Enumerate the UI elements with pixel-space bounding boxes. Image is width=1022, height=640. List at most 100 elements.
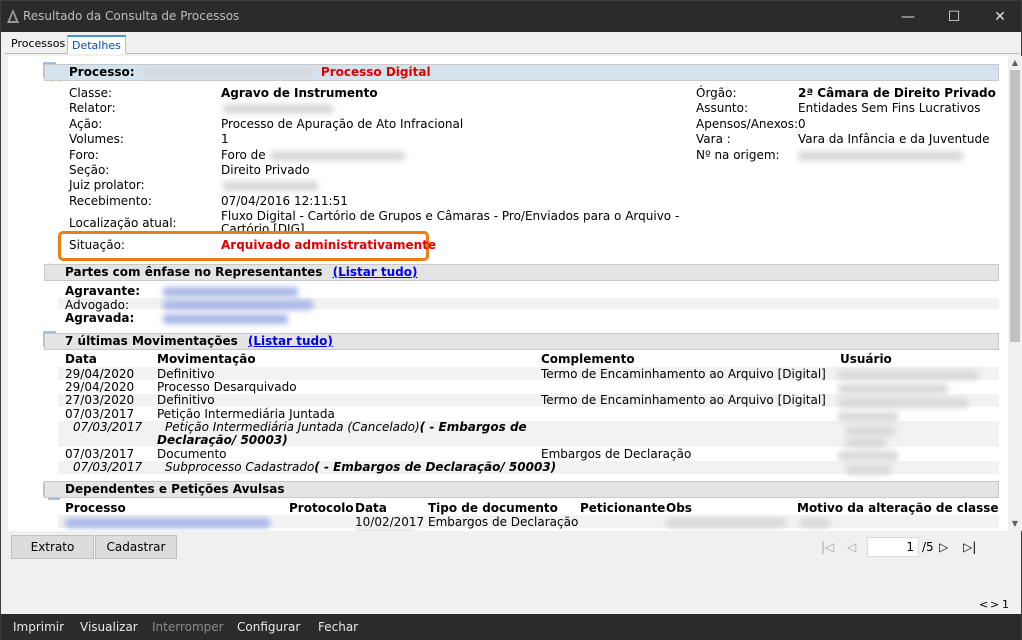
close-button[interactable]: ✕ bbox=[977, 1, 1022, 32]
minimize-button[interactable]: — bbox=[885, 1, 931, 32]
extrato-button[interactable]: Extrato bbox=[11, 535, 94, 559]
dep-col-obs: Obs bbox=[666, 501, 692, 515]
bottom-menu-bar: Imprimir Visualizar Interromper Configur… bbox=[1, 614, 1021, 640]
dep-col-tipo: Tipo de documento bbox=[428, 501, 558, 515]
col-movimentacao: Movimentação bbox=[157, 352, 256, 366]
advogado-label: Advogado: bbox=[65, 298, 130, 312]
tab-detalhes[interactable]: Detalhes bbox=[67, 35, 126, 54]
mov-movimentacao-text: Subprocesso Cadastrado bbox=[165, 460, 315, 474]
fechar-menu-item[interactable]: Fechar bbox=[318, 620, 358, 634]
relator-redacted bbox=[223, 104, 333, 114]
advogado-redacted[interactable] bbox=[163, 300, 313, 310]
usuario-redacted bbox=[846, 426, 896, 436]
tab-processos[interactable]: Processos bbox=[7, 35, 69, 54]
mov-movimentacao: Definitivo bbox=[157, 367, 215, 381]
visualizar-menu-item[interactable]: Visualizar bbox=[80, 620, 138, 634]
localizacao-value: Fluxo Digital - Cartório de Grupos e Câm… bbox=[221, 209, 680, 223]
orgao-label: Órgão: bbox=[696, 86, 737, 100]
prev-page-icon[interactable]: ◁ bbox=[847, 540, 856, 554]
mov-movimentacao-bold: ( - Embargos de Declaração/ 50003) bbox=[314, 460, 557, 474]
configurar-menu-item[interactable]: Configurar bbox=[237, 620, 300, 634]
assunto-label: Assunto: bbox=[696, 101, 749, 115]
mov-movimentacao-bold: ( - Embargos de bbox=[419, 420, 527, 434]
dep-col-motivo: Motivo da alteração de classe bbox=[797, 501, 999, 515]
movimentacoes-title: 7 últimas Movimentações bbox=[65, 334, 238, 348]
last-page-icon[interactable]: ▷| bbox=[963, 540, 976, 554]
vara-label: Vara : bbox=[696, 132, 731, 146]
recebimento-value: 07/04/2016 12:11:51 bbox=[221, 194, 348, 208]
partes-listar-tudo-link[interactable]: (Listar tudo) bbox=[333, 265, 418, 279]
vertical-scrollbar[interactable]: ▲ ▼ bbox=[1008, 56, 1022, 531]
page-total: /5 bbox=[922, 540, 934, 554]
imprimir-menu-item[interactable]: Imprimir bbox=[13, 620, 64, 634]
mini-next-icon[interactable]: > bbox=[990, 598, 999, 611]
mini-page-value: 1 bbox=[1002, 598, 1009, 611]
situacao-label: Situação: bbox=[69, 238, 125, 252]
dep-processo-redacted[interactable] bbox=[65, 518, 270, 528]
dep-col-protocolo: Protocolo bbox=[289, 501, 354, 515]
apensos-label: Apensos/Anexos: bbox=[696, 117, 799, 131]
movimentacoes-listar-tudo-link[interactable]: (Listar tudo) bbox=[248, 334, 333, 348]
processo-number-redacted bbox=[142, 68, 313, 77]
mov-data: 07/03/2017 bbox=[65, 407, 135, 421]
app-logo-icon bbox=[7, 9, 19, 23]
dep-col-peticionante: Peticionante bbox=[580, 501, 666, 515]
dependentes-header: Dependentes e Petições Avulsas bbox=[44, 481, 999, 498]
usuario-redacted bbox=[838, 412, 898, 422]
acao-label: Ação: bbox=[69, 117, 103, 131]
col-usuario: Usuário bbox=[840, 352, 892, 366]
mov-movimentacao: Subprocesso Cadastrado( - Embargos de De… bbox=[165, 460, 556, 474]
usuario-redacted bbox=[846, 438, 886, 448]
next-page-icon[interactable]: ▷ bbox=[939, 540, 948, 554]
agravada-redacted[interactable] bbox=[163, 314, 288, 324]
dep-col-data: Data bbox=[355, 501, 387, 515]
classe-label: Classe: bbox=[69, 86, 112, 100]
details-panel: Processo: Processo Digital Classe: Agrav… bbox=[8, 56, 1008, 531]
usuario-redacted bbox=[846, 465, 891, 475]
juiz-redacted bbox=[223, 181, 318, 191]
mov-data: 29/04/2020 bbox=[65, 367, 135, 381]
volumes-label: Volumes: bbox=[69, 132, 124, 146]
partes-header: Partes com ênfase no Representantes (Lis… bbox=[44, 264, 999, 281]
localizacao-label: Localização atual: bbox=[69, 216, 177, 230]
mini-prev-icon[interactable]: < bbox=[979, 598, 988, 611]
first-page-icon[interactable]: |◁ bbox=[821, 540, 834, 554]
secao-label: Seção: bbox=[69, 163, 110, 177]
dependentes-title: Dependentes e Petições Avulsas bbox=[65, 482, 285, 496]
page-number-input[interactable]: 1 bbox=[867, 537, 919, 557]
maximize-button[interactable]: ☐ bbox=[931, 1, 977, 32]
usuario-redacted bbox=[838, 398, 968, 408]
mov-data: 29/04/2020 bbox=[65, 380, 135, 394]
interromper-menu-item: Interromper bbox=[152, 620, 224, 634]
agravante-redacted[interactable] bbox=[163, 287, 298, 297]
mov-data: 07/03/2017 bbox=[73, 420, 143, 434]
orgao-value: 2ª Câmara de Direito Privado bbox=[798, 86, 996, 100]
foro-label: Foro: bbox=[69, 148, 99, 162]
scroll-up-icon[interactable]: ▲ bbox=[1008, 56, 1022, 70]
situacao-value: Arquivado administrativamente bbox=[221, 238, 437, 252]
mov-movimentacao: Processo Desarquivado bbox=[157, 380, 297, 394]
mov-complemento: Embargos de Declaração bbox=[541, 447, 692, 461]
mov-movimentacao-cont: Declaração/ 50003) bbox=[157, 433, 288, 447]
scrollbar-thumb[interactable] bbox=[1010, 70, 1020, 342]
apensos-value: 0 bbox=[798, 117, 806, 131]
mov-complemento: Termo de Encaminhamento ao Arquivo [Digi… bbox=[541, 393, 826, 407]
recebimento-label: Recebimento: bbox=[69, 194, 152, 208]
processo-header: Processo: Processo Digital bbox=[44, 64, 999, 81]
cadastrar-button[interactable]: Cadastrar bbox=[95, 535, 177, 559]
numero-origem-redacted bbox=[798, 151, 963, 161]
window-title: Resultado da Consulta de Processos bbox=[23, 9, 240, 23]
acao-value: Processo de Apuração de Ato Infracional bbox=[221, 117, 464, 131]
agravada-label: Agravada: bbox=[65, 311, 135, 325]
scroll-down-icon[interactable]: ▼ bbox=[1008, 517, 1022, 531]
mov-complemento: Termo de Encaminhamento ao Arquivo [Digi… bbox=[541, 367, 826, 381]
mov-data: 07/03/2017 bbox=[73, 460, 143, 474]
usuario-redacted bbox=[838, 451, 898, 461]
usuario-redacted bbox=[838, 384, 948, 394]
numero-origem-label: Nº na origem: bbox=[696, 148, 780, 162]
window: Resultado da Consulta de Processos — ☐ ✕… bbox=[0, 0, 1022, 640]
tab-bar: Processos Detalhes bbox=[5, 32, 1019, 54]
assunto-value: Entidades Sem Fins Lucrativos bbox=[798, 101, 981, 115]
classe-value: Agravo de Instrumento bbox=[221, 86, 378, 100]
dep-next-row-redacted bbox=[355, 529, 415, 531]
